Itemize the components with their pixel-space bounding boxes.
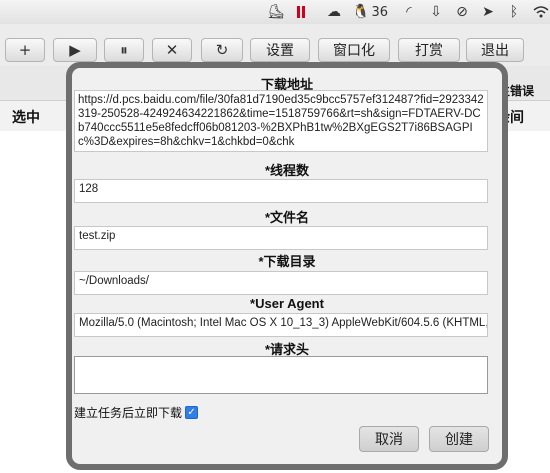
filename-input[interactable]: test.zip bbox=[74, 226, 488, 250]
toolbar: + ▶ ⏸ ✕ ↻ 设置 窗口化 打赏 退出 bbox=[0, 24, 550, 66]
url-textarea[interactable]: https://d.pcs.baidu.com/file/30fa81d7190… bbox=[74, 90, 488, 152]
user-agent-input[interactable]: Mozilla/5.0 (Macintosh; Intel Mac OS X 1… bbox=[74, 313, 488, 337]
wifi-glyph bbox=[533, 6, 549, 18]
new-task-dialog: 下载地址 https://d.pcs.baidu.com/file/30fa81… bbox=[66, 62, 508, 470]
no-entry-icon[interactable]: ⊘ bbox=[454, 3, 470, 21]
pause-icon[interactable] bbox=[294, 3, 308, 21]
pause-button[interactable]: ⏸ bbox=[104, 38, 144, 62]
creative-cloud-icon[interactable]: ☁ bbox=[324, 3, 344, 21]
plus-icon: + bbox=[18, 41, 32, 59]
send-icon[interactable]: ➤ bbox=[480, 3, 496, 21]
user-agent-label: *User Agent bbox=[250, 296, 324, 311]
remove-button[interactable]: ✕ bbox=[152, 38, 192, 62]
add-task-button[interactable]: + bbox=[5, 38, 45, 62]
cancel-button[interactable]: 取消 bbox=[359, 426, 419, 452]
bluetooth-icon[interactable]: ᛒ bbox=[508, 3, 520, 21]
qq-icon[interactable]: 🐧 36 bbox=[350, 3, 390, 21]
create-button[interactable]: 创建 bbox=[429, 426, 489, 452]
start-now-row[interactable]: 建立任务后立即下载 ✓ bbox=[74, 404, 199, 421]
start-button[interactable]: ▶ bbox=[53, 38, 97, 62]
threads-label: *线程数 bbox=[264, 163, 310, 178]
broadcast-icon[interactable]: ◜ bbox=[400, 3, 418, 21]
download-dir-input[interactable]: ~/Downloads/ bbox=[74, 271, 488, 295]
pause-glyph bbox=[297, 6, 305, 18]
headers-textarea[interactable] bbox=[74, 356, 488, 394]
column-select[interactable]: 选中 bbox=[12, 107, 40, 127]
close-icon: ✕ bbox=[165, 41, 179, 59]
threads-input[interactable]: 128 bbox=[74, 179, 488, 203]
pause-toolbar-icon: ⏸ bbox=[120, 41, 128, 59]
qq-penguin-icon: 🐧 bbox=[352, 4, 370, 20]
start-now-checkbox[interactable]: ✓ bbox=[185, 406, 199, 419]
settings-button[interactable]: 设置 bbox=[250, 38, 310, 62]
wifi-icon[interactable] bbox=[532, 3, 550, 21]
download-icon[interactable]: ⇩ bbox=[428, 3, 444, 21]
play-icon: ▶ bbox=[69, 41, 81, 59]
refresh-icon: ↻ bbox=[215, 41, 229, 59]
qq-count: 36 bbox=[371, 4, 388, 20]
donate-button[interactable]: 打赏 bbox=[398, 38, 460, 62]
start-now-label: 建立任务后立即下载 bbox=[74, 406, 183, 420]
download-dir-label: *下载目录 bbox=[258, 254, 316, 269]
refresh-button[interactable]: ↻ bbox=[201, 38, 243, 62]
macos-menubar: ⛸ ☁ 🐧 36 ◜ ⇩ ⊘ ➤ ᛒ bbox=[0, 0, 550, 25]
localize-button[interactable]: 窗口化 bbox=[318, 38, 390, 62]
filename-label: *文件名 bbox=[264, 210, 310, 225]
skate-icon[interactable]: ⛸ bbox=[267, 3, 285, 21]
quit-button[interactable]: 退出 bbox=[466, 38, 524, 62]
